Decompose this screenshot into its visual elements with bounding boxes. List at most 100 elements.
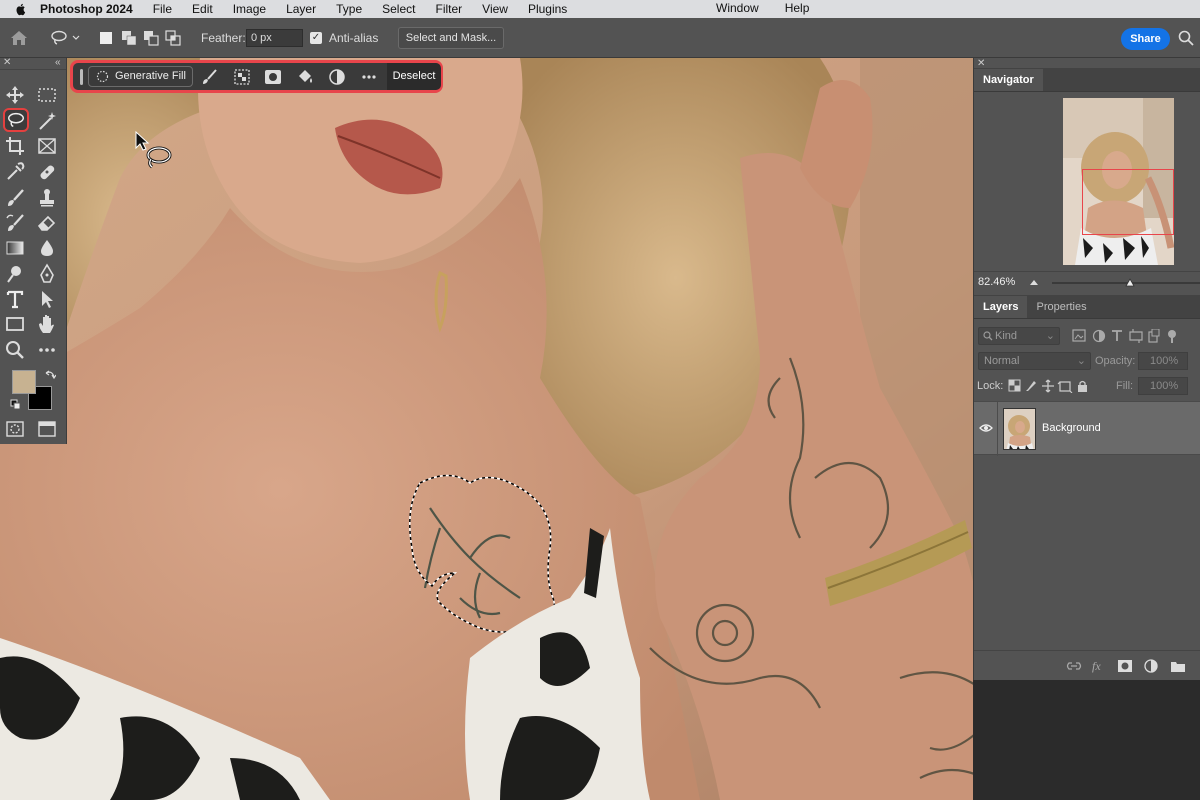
subtract-selection-icon[interactable] [143, 30, 159, 46]
lasso-tool[interactable] [3, 108, 29, 132]
pen-icon [40, 263, 54, 283]
eye-icon[interactable] [979, 422, 993, 434]
collapse-icon[interactable]: « [55, 57, 61, 68]
history-brush-tool[interactable] [4, 212, 26, 234]
rectangle-icon [6, 317, 24, 331]
eyedropper-tool[interactable] [4, 161, 26, 183]
generative-fill-label: Generative Fill [115, 70, 186, 82]
layer-filter-icons[interactable] [1072, 329, 1192, 343]
blur-tool[interactable] [36, 237, 58, 259]
new-adjustment-icon[interactable] [1143, 659, 1159, 673]
app-name[interactable]: Photoshop 2024 [40, 2, 133, 16]
layer-name[interactable]: Background [1042, 422, 1101, 434]
swap-colors-icon[interactable] [44, 369, 56, 381]
intersect-selection-icon[interactable] [165, 30, 181, 46]
feather-label: Feather: [201, 31, 246, 45]
folder-icon[interactable] [1170, 659, 1186, 673]
zoom-tool[interactable] [4, 339, 26, 361]
home-icon[interactable] [9, 29, 29, 47]
menu-edit[interactable]: Edit [192, 2, 213, 16]
chevron-down-icon: ⌄ [1076, 355, 1086, 367]
modify-selection-icon[interactable] [201, 68, 219, 86]
dodge-tool[interactable] [4, 263, 26, 285]
crop-tool[interactable] [4, 135, 26, 157]
menu-type[interactable]: Type [336, 2, 362, 16]
quick-mask-icon[interactable] [5, 420, 25, 438]
eraser-tool[interactable] [36, 212, 58, 234]
link-layers-icon[interactable] [1066, 659, 1082, 673]
menu-layer[interactable]: Layer [286, 2, 316, 16]
layer-row[interactable]: Background [974, 401, 1200, 456]
mask-icon[interactable] [264, 68, 282, 86]
generative-fill-button[interactable]: Generative Fill [88, 66, 193, 87]
marquee-tool[interactable] [36, 84, 58, 106]
menu-filter[interactable]: Filter [435, 2, 462, 16]
drag-handle[interactable] [80, 69, 83, 85]
blend-mode-select[interactable]: Normal ⌄ [978, 352, 1091, 370]
add-mask-icon[interactable] [1117, 659, 1133, 673]
menu-image[interactable]: Image [233, 2, 266, 16]
magic-wand-icon [39, 112, 56, 130]
hand-tool[interactable] [36, 313, 58, 335]
lock-icons[interactable] [1008, 379, 1093, 393]
options-bar: Feather: ✓ Anti-alias Select and Mask...… [0, 18, 1200, 58]
menu-view[interactable]: View [482, 2, 508, 16]
close-icon[interactable]: ✕ [3, 57, 11, 68]
antialias-checkbox[interactable]: ✓ [310, 32, 322, 44]
panel-close-icon[interactable]: ✕ [977, 58, 985, 69]
zoom-slider-knob[interactable] [1125, 278, 1135, 287]
type-icon [6, 290, 24, 309]
gradient-tool[interactable] [4, 237, 26, 259]
layer-thumbnail-image [1004, 409, 1035, 449]
zoom-out-icon[interactable] [1030, 278, 1038, 286]
menu-select[interactable]: Select [382, 2, 415, 16]
select-and-mask-button[interactable]: Select and Mask... [398, 27, 504, 49]
magic-wand-tool[interactable] [36, 110, 58, 132]
healing-brush-tool[interactable] [36, 161, 58, 183]
feather-input[interactable] [246, 29, 303, 47]
menu-plugins[interactable]: Plugins [528, 2, 567, 16]
zoom-value[interactable]: 82.46% [978, 276, 1015, 288]
apple-icon[interactable] [14, 2, 28, 16]
share-button[interactable]: Share [1121, 28, 1170, 50]
more-options-icon[interactable] [360, 68, 378, 86]
navigator-tabs: Navigator [974, 68, 1200, 92]
fill-input[interactable]: 100% [1138, 377, 1188, 395]
lasso-preset-icon[interactable] [50, 30, 80, 46]
add-selection-icon[interactable] [121, 30, 137, 46]
invert-selection-icon[interactable] [233, 68, 251, 86]
adjustment-layer-icon[interactable] [328, 68, 346, 86]
fill-bucket-icon[interactable] [296, 68, 314, 86]
frame-tool[interactable] [36, 135, 58, 157]
layer-effects-icon[interactable]: fx [1091, 659, 1107, 673]
kind-filter-select[interactable]: Kind ⌄ [978, 327, 1060, 345]
menu-file[interactable]: File [153, 2, 172, 16]
pen-tool[interactable] [36, 263, 58, 285]
crop-icon [6, 137, 24, 155]
navigator-view-box[interactable] [1082, 169, 1174, 235]
rectangle-tool[interactable] [4, 313, 26, 335]
contextual-task-bar: Generative Fill Deselect [70, 60, 443, 93]
more-tools[interactable] [36, 339, 58, 361]
default-colors-icon[interactable] [10, 399, 22, 411]
layer-thumbnail[interactable] [1003, 408, 1036, 450]
opacity-input[interactable]: 100% [1138, 352, 1188, 370]
clone-stamp-tool[interactable] [36, 187, 58, 209]
document-canvas[interactable] [0, 58, 1043, 800]
search-icon[interactable] [1178, 30, 1194, 46]
screen-mode-icon[interactable] [37, 420, 57, 438]
new-selection-icon[interactable] [98, 30, 114, 46]
path-selection-tool[interactable] [36, 288, 58, 310]
type-tool[interactable] [4, 288, 26, 310]
foreground-color-swatch[interactable] [12, 370, 36, 394]
move-tool[interactable] [4, 84, 26, 106]
menu-help[interactable]: Help [785, 1, 810, 15]
deselect-button[interactable]: Deselect [387, 63, 441, 90]
brush-tool[interactable] [4, 187, 26, 209]
tools-panel: ✕ « [0, 57, 67, 444]
tab-layers[interactable]: Layers [974, 296, 1028, 318]
tab-properties[interactable]: Properties [1027, 296, 1095, 318]
menu-window[interactable]: Window [716, 1, 759, 15]
tab-navigator[interactable]: Navigator [974, 69, 1043, 91]
right-panels: ✕ Navigator 82.46% Layers Properties Kin… [973, 58, 1200, 680]
